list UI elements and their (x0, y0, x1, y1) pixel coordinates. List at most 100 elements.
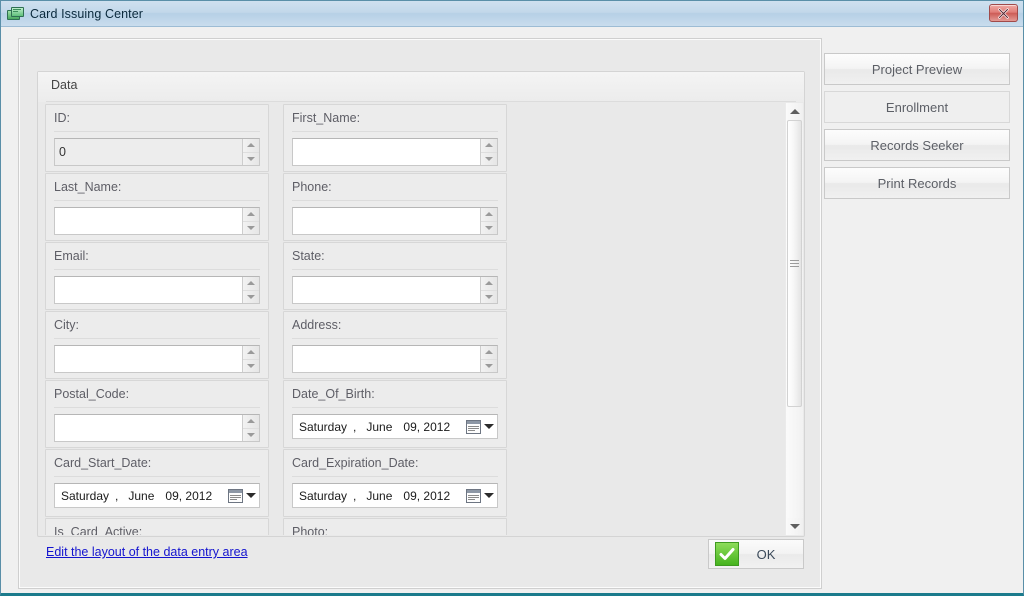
cards-icon (5, 4, 25, 24)
spinner-up-button[interactable] (243, 277, 259, 291)
input-last-name[interactable] (54, 207, 260, 235)
side-button-print-records[interactable]: Print Records (824, 167, 1010, 199)
input-value[interactable] (293, 346, 480, 372)
input-value[interactable] (55, 208, 242, 234)
datepicker-text[interactable]: Saturday, June 09, 2012 (61, 489, 228, 503)
spinner-down-button[interactable] (243, 222, 259, 235)
side-button-enrollment[interactable]: Enrollment (824, 91, 1010, 123)
datepicker-text[interactable]: Saturday, June 09, 2012 (299, 420, 466, 434)
spinner-down-button[interactable] (243, 291, 259, 304)
spinner-down-button[interactable] (243, 153, 259, 166)
spinner-address[interactable] (480, 346, 497, 372)
field-divider (54, 200, 260, 201)
scrollbar-thumb[interactable] (787, 120, 802, 407)
input-phone[interactable] (292, 207, 498, 235)
datepicker-card-start-date[interactable]: Saturday, June 09, 2012 (54, 483, 260, 508)
spinner-last-name[interactable] (242, 208, 259, 234)
field-label: Email: (54, 249, 89, 263)
date-month[interactable]: June (128, 489, 154, 503)
input-email[interactable] (54, 276, 260, 304)
spinner-city[interactable] (242, 346, 259, 372)
input-postal-code[interactable] (54, 414, 260, 442)
input-value[interactable] (293, 139, 480, 165)
field-row: Card_Start_Date: Saturday, June 09, 2012 Car… (45, 449, 793, 517)
datepicker-date-of-birth[interactable]: Saturday, June 09, 2012 (292, 414, 498, 439)
date-day[interactable]: Saturday (299, 489, 347, 503)
spinner-email[interactable] (242, 277, 259, 303)
date-daynum-year[interactable]: 09, 2012 (403, 489, 450, 503)
date-daynum-year[interactable]: 09, 2012 (403, 420, 450, 434)
side-button-project-preview[interactable]: Project Preview (824, 53, 1010, 85)
scroll-down-button[interactable] (786, 518, 803, 535)
close-icon (998, 7, 1009, 19)
vertical-scrollbar[interactable] (785, 103, 803, 535)
input-value[interactable] (293, 208, 480, 234)
close-button[interactable] (989, 4, 1018, 22)
spinner-phone[interactable] (480, 208, 497, 234)
spinner-up-icon (485, 143, 493, 148)
spinner-up-button[interactable] (481, 208, 497, 222)
datepicker-text[interactable]: Saturday, June 09, 2012 (299, 489, 466, 503)
spinner-id[interactable] (242, 139, 259, 165)
field-label: ID: (54, 111, 70, 125)
field-postal-code: Postal_Code: (45, 380, 269, 448)
date-month[interactable]: June (366, 420, 392, 434)
input-value[interactable] (55, 277, 242, 303)
input-value[interactable] (55, 415, 242, 441)
dropdown-button[interactable] (245, 493, 256, 498)
spinner-up-button[interactable] (243, 208, 259, 222)
scrollbar-grip-icon (790, 258, 799, 269)
date-day[interactable]: Saturday (299, 420, 347, 434)
spinner-down-icon (485, 363, 493, 368)
spinner-state[interactable] (480, 277, 497, 303)
field-row: ID: 0 First_Name: (45, 104, 793, 172)
side-button-records-seeker[interactable]: Records Seeker (824, 129, 1010, 161)
side-button-label: Project Preview (871, 61, 963, 77)
input-address[interactable] (292, 345, 498, 373)
input-id[interactable]: 0 (54, 138, 260, 166)
spinner-up-button[interactable] (243, 415, 259, 429)
field-row: Is_Card_Active: Photo: (45, 518, 793, 535)
field-is-card-active: Is_Card_Active: (45, 518, 269, 535)
spinner-up-button[interactable] (243, 139, 259, 153)
checkmark-icon (715, 542, 739, 566)
side-button-label: Print Records (877, 175, 957, 191)
dropdown-button[interactable] (483, 424, 494, 429)
input-city[interactable] (54, 345, 260, 373)
spinner-down-button[interactable] (481, 360, 497, 373)
field-label: Photo: (292, 525, 329, 535)
input-state[interactable] (292, 276, 498, 304)
spinner-down-button[interactable] (243, 360, 259, 373)
spinner-down-button[interactable] (481, 291, 497, 304)
scrollbar-track[interactable] (786, 120, 803, 518)
spinner-down-button[interactable] (481, 153, 497, 166)
date-month[interactable]: June (366, 489, 392, 503)
date-day[interactable]: Saturday (61, 489, 109, 503)
field-row: City: Address: (45, 311, 793, 379)
ok-button[interactable]: OK (708, 539, 804, 569)
window-body: Data ID: 0 First_Name: Last_Name: Phone: Emai… (1, 27, 1023, 593)
datepicker-card-expiration-date[interactable]: Saturday, June 09, 2012 (292, 483, 498, 508)
edit-layout-link[interactable]: Edit the layout of the data entry area (46, 545, 248, 559)
spinner-first-name[interactable] (480, 139, 497, 165)
input-first-name[interactable] (292, 138, 498, 166)
field-divider (54, 476, 260, 477)
input-value[interactable] (293, 277, 480, 303)
field-city: City: (45, 311, 269, 379)
field-row: Postal_Code: Date_Of_Birth: Saturday, June 0… (45, 380, 793, 448)
spinner-up-button[interactable] (481, 139, 497, 153)
spinner-down-button[interactable] (243, 429, 259, 442)
groupbox-header: Data (38, 72, 804, 102)
input-value[interactable]: 0 (55, 139, 242, 165)
spinner-postal-code[interactable] (242, 415, 259, 441)
spinner-up-button[interactable] (481, 277, 497, 291)
spinner-down-button[interactable] (481, 222, 497, 235)
spinner-down-icon (247, 225, 255, 230)
spinner-up-button[interactable] (243, 346, 259, 360)
date-daynum-year[interactable]: 09, 2012 (165, 489, 212, 503)
scroll-up-button[interactable] (786, 103, 803, 120)
input-value[interactable] (55, 346, 242, 372)
dropdown-button[interactable] (483, 493, 494, 498)
spinner-up-button[interactable] (481, 346, 497, 360)
chevron-down-icon (483, 493, 494, 498)
